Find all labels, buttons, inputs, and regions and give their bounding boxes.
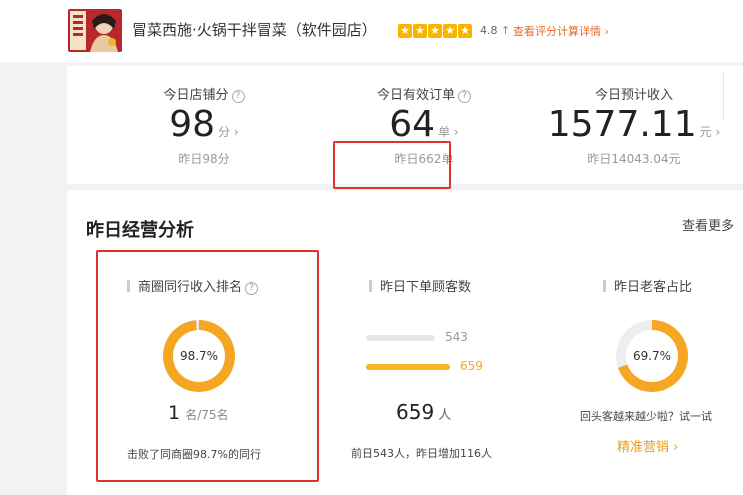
rating-stars: ★ ★ ★ ★ ★: [398, 24, 472, 38]
shop-header: 冒菜西施·火锅干拌冒菜（软件园店） ★ ★ ★ ★ ★ 4.8 ↑ 查看评分计算…: [0, 0, 743, 62]
help-icon[interactable]: ?: [231, 90, 245, 103]
star-icon: ★: [413, 24, 427, 38]
customer-note: 前日543人，昨日增加116人: [351, 447, 492, 460]
rating-score: 4.8 ↑: [480, 24, 510, 37]
customer-bar: [366, 364, 450, 370]
star-icon: ★: [428, 24, 442, 38]
highlight-box: [333, 141, 451, 189]
precision-marketing-link[interactable]: 精准营销 ›: [617, 436, 678, 455]
card-title-customers: 昨日下单顾客数: [369, 276, 471, 295]
stat-title: 今日有效订单: [376, 88, 455, 103]
repeat-ring-chart: 69.7%: [616, 320, 688, 392]
stat-unit: 元 ›: [699, 125, 721, 139]
stat-title: 今日预计收入: [594, 88, 673, 103]
view-more-link[interactable]: 查看更多: [682, 215, 734, 234]
repeat-percent: 69.7%: [626, 330, 678, 382]
customer-bar-label: 659: [460, 359, 483, 373]
stat-title: 今日店铺分: [163, 88, 229, 103]
rating-detail-link[interactable]: 查看评分计算详情 ›: [513, 23, 609, 39]
stat-unit: 分 ›: [218, 125, 239, 139]
customer-bar-label: 543: [445, 330, 468, 344]
star-icon: ★: [398, 24, 412, 38]
highlight-box: [96, 250, 319, 482]
section-title: 昨日经营分析: [86, 220, 194, 241]
stat-value: 64: [389, 104, 436, 145]
divider: [723, 72, 724, 120]
card-title-repeat: 昨日老客占比: [603, 276, 692, 295]
stat-unit: 单 ›: [438, 125, 459, 139]
customer-bar: [366, 335, 435, 341]
customer-total-line: 659 人: [396, 400, 451, 424]
rating-trend-icon: ↑: [501, 24, 511, 37]
shop-name: 冒菜西施·火锅干拌冒菜（软件园店）: [132, 21, 377, 39]
title-bar-marker: [603, 280, 606, 292]
help-icon[interactable]: ?: [458, 90, 471, 103]
repeat-hint: 回头客越来越少啦？试一试: [580, 410, 712, 423]
stat-yesterday: 昨日98分: [178, 152, 230, 166]
star-icon: ★: [458, 24, 472, 38]
stat-yesterday: 昨日14043.04元: [587, 152, 681, 166]
title-bar-marker: [369, 280, 372, 292]
stat-value: 1577.11: [547, 104, 697, 145]
rating-value: 4.8: [480, 24, 498, 37]
shop-logo[interactable]: [68, 9, 122, 52]
customer-unit: 人: [438, 408, 452, 423]
stat-value: 98: [169, 104, 216, 145]
star-icon: ★: [443, 24, 457, 38]
customer-total: 659: [396, 400, 435, 424]
